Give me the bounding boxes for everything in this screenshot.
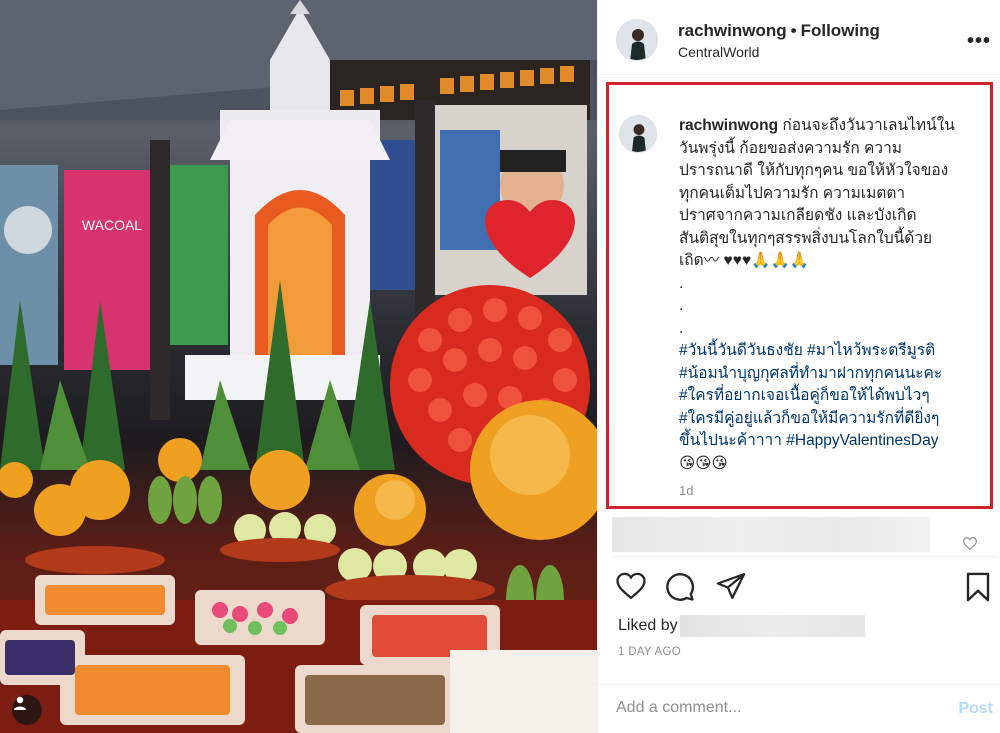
post-details-panel: rachwinwong • Following CentralWorld ••• r… <box>597 0 1000 733</box>
comment-like-icon[interactable] <box>962 537 978 555</box>
caption-highlight-box: rachwinwong ก่อนจะถึงวันวาเลนไทน์ใน วันพ… <box>606 82 993 509</box>
caption-timestamp[interactable]: 1d <box>679 483 693 498</box>
bookmark-icon[interactable] <box>965 572 991 607</box>
post-button[interactable]: Post <box>958 700 993 718</box>
caption-line: ปรารถนาดี ให้กับทุกๆคน ขอให้หัวใจของ <box>679 162 949 179</box>
avatar[interactable] <box>616 19 658 61</box>
hashtag-line[interactable]: #น้อมนำบุญกุศลที่ทำมาฝากทุกคนนะคะ <box>679 363 979 386</box>
comment-bubble-icon[interactable] <box>665 572 695 607</box>
caption-line: ปราศจากความเกลียดชัง และบังเกิด <box>679 207 917 224</box>
tagged-users-icon[interactable] <box>12 695 42 725</box>
caption-line: เถิด〰 ♥♥♥🙏🙏🙏 <box>679 252 810 269</box>
emoji-line: 😘😘😘 <box>679 454 728 472</box>
more-options-icon[interactable]: ••• <box>967 30 991 53</box>
blurred-likers <box>679 615 865 637</box>
add-comment-input[interactable] <box>616 699 916 717</box>
location-link[interactable]: CentralWorld <box>678 44 759 60</box>
following-button[interactable]: Following <box>801 21 880 40</box>
post-timestamp[interactable]: 1 DAY AGO <box>618 646 681 658</box>
caption-dot-line: . <box>679 297 684 314</box>
hashtag-line[interactable]: #ใครที่อยากเจอเนื้อคู่ก็ขอให้ได้พบไวๆ <box>679 385 979 408</box>
caption-line: สันติสุขในทุกๆสรรพสิ่งบนโลกใบนี้ด้วย <box>679 229 933 247</box>
liked-by: Liked by <box>618 615 865 637</box>
caption-dot-line: . <box>679 274 684 292</box>
hashtag-continuation: ขึ้นไปนะค้าาาา <box>679 432 787 449</box>
action-bar <box>598 560 1000 610</box>
separator-dot: • <box>790 21 797 40</box>
caption-avatar[interactable] <box>619 115 657 153</box>
blurred-comment-text <box>612 517 930 552</box>
caption-line: วันพรุ่งนี้ ก้อยขอส่งความรัก ความ <box>679 139 903 157</box>
caption-dot-line: . <box>679 319 684 337</box>
svg-text:WACOAL: WACOAL <box>82 217 142 233</box>
blurred-comment <box>612 517 997 557</box>
caption-username[interactable]: rachwinwong <box>679 117 778 134</box>
hashtag-line[interactable]: #ใครมีคู่อยู่แล้วก็ขอให้มีความรักที่ดียิ… <box>679 408 979 431</box>
caption-line: ทุกคนเต็มไปความรัก ความเมตตา <box>679 184 906 202</box>
heart-outline-icon[interactable] <box>616 572 646 605</box>
paper-plane-icon[interactable] <box>716 572 746 605</box>
caption-line: ก่อนจะถึงวันวาเลนไทน์ใน <box>782 117 955 134</box>
post-header: rachwinwong • Following CentralWorld ••• <box>598 0 1000 78</box>
shrine-photo-illustration: WACOAL <box>0 0 597 733</box>
username-link[interactable]: rachwinwong <box>678 21 787 40</box>
caption-text: rachwinwong ก่อนจะถึงวันวาเลนไทน์ใน วันพ… <box>679 115 979 475</box>
hashtag-link[interactable]: #HappyValentinesDay <box>786 432 938 449</box>
add-comment-bar: Post <box>598 684 1000 733</box>
post-photo[interactable]: WACOAL <box>0 0 597 733</box>
liked-by-label: Liked by <box>618 617 678 635</box>
hashtag-line[interactable]: #วันนี้วันดีวันธงชัย #มาไหว้พระตรีมูรติ <box>679 340 979 363</box>
